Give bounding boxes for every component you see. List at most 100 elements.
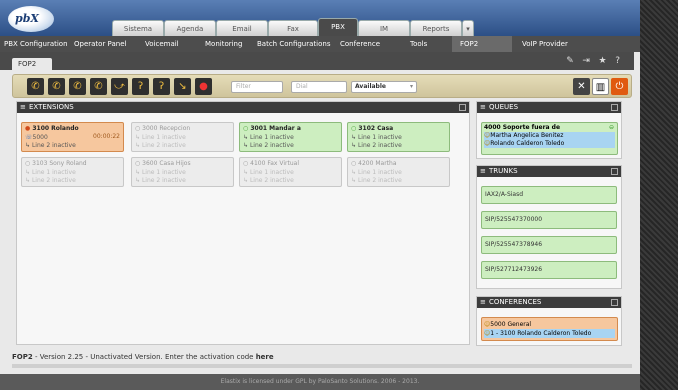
extension-name: ○ 3103 Sony Roland: [25, 160, 87, 167]
edit-icon[interactable]: ✎: [566, 56, 574, 66]
desktop-background: [640, 0, 678, 390]
star-icon[interactable]: ★: [599, 56, 607, 66]
maximize-icon[interactable]: [611, 299, 618, 306]
queue-member[interactable]: ☺Rolando Calderon Toledo: [484, 140, 615, 148]
extension-line1: ↳ Line 1 inactive: [243, 168, 294, 176]
queue-member[interactable]: ☺Martha Angelica Benitez: [484, 132, 615, 140]
export-icon[interactable]: ⇥: [582, 56, 590, 66]
extension-box[interactable]: ○ 3103 Sony Roland ↳ Line 1 inactive ↳ L…: [21, 157, 124, 187]
extension-box[interactable]: ○ 4200 Martha ↳ Line 1 inactive ↳ Line 2…: [347, 157, 450, 187]
menu-voip-provider[interactable]: VoIP Provider: [522, 36, 568, 52]
chevron-down-icon: ▾: [466, 25, 470, 33]
trunk-box[interactable]: SIP/525547370000: [481, 211, 617, 229]
top-header: pbX Sistema Agenda Email Fax PBX IM Repo…: [0, 0, 640, 36]
tab-pbx[interactable]: PBX: [318, 18, 358, 36]
extension-box[interactable]: ○ 3001 Mandar a ↳ Line 1 inactive ↳ Line…: [239, 122, 342, 152]
menu-operator-panel[interactable]: Operator Panel: [74, 36, 126, 52]
queues-header: ≡ QUEUES: [477, 102, 621, 113]
line-icon: ↳: [351, 168, 357, 176]
extension-name: ○ 3000 Recepcion: [135, 125, 191, 132]
logout-button[interactable]: ⏻: [611, 78, 628, 95]
elastix-logo[interactable]: pbX: [8, 6, 54, 32]
trunk-box[interactable]: IAX2/A-Siasd: [481, 186, 617, 204]
menu-icon: ≡: [20, 103, 26, 111]
help-icon[interactable]: ?: [615, 56, 620, 66]
hangup-button[interactable]: ↘: [174, 78, 191, 95]
extension-box[interactable]: ○ 3000 Recepcion ↳ Line 1 inactive ↳ Lin…: [131, 122, 234, 152]
trunk-box[interactable]: SIP/525547378946: [481, 236, 617, 254]
extension-line1: ↳ Line 1 inactive: [351, 168, 402, 176]
line-icon: ↳: [25, 177, 31, 184]
maximize-icon[interactable]: [459, 104, 466, 111]
page-tab-fop2[interactable]: FOP2: [12, 58, 52, 70]
tab-agenda[interactable]: Agenda: [164, 20, 216, 36]
fop2-toolbar: ✆ ✆ ✆ ✆ ⤻ ʔ ʔ ↘ ● Filter Dial Available ▾…: [12, 74, 632, 98]
line-icon: ↳: [135, 168, 141, 176]
collapse-icon[interactable]: ⊖: [609, 124, 614, 132]
trunk-box[interactable]: SIP/527712473926: [481, 261, 617, 279]
extension-box[interactable]: ● 3100 Rolando ☏5000 00:00:22 ↳ Line 2 i…: [21, 122, 124, 152]
menu-fop2[interactable]: FOP2: [452, 36, 512, 52]
maximize-icon[interactable]: [611, 168, 618, 175]
tab-email[interactable]: Email: [216, 20, 268, 36]
menu-icon: ≡: [480, 167, 486, 175]
layout-button[interactable]: ▥: [592, 78, 609, 95]
spy-button[interactable]: ʔ: [132, 78, 149, 95]
tabs-more-button[interactable]: ▾: [462, 20, 474, 36]
extension-line2: ↳ Line 2 inactive: [351, 142, 402, 149]
whisper-button[interactable]: ʔ: [153, 78, 170, 95]
tab-sistema[interactable]: Sistema: [112, 20, 164, 36]
record-button[interactable]: ●: [195, 78, 212, 95]
scrollbar[interactable]: [12, 364, 632, 368]
settings-button[interactable]: ✕: [573, 78, 590, 95]
presence-select[interactable]: Available ▾: [351, 81, 417, 93]
maximize-icon[interactable]: [611, 104, 618, 111]
conference-box[interactable]: ☺5000 General ☺1 - 3100 Rolando Calderon…: [481, 317, 618, 341]
transfer-voicemail-button[interactable]: ✆: [90, 78, 107, 95]
menu-monitoring[interactable]: Monitoring: [205, 36, 242, 52]
voicemail-transfer-icon: ✆: [94, 81, 103, 92]
menu-batch-configurations[interactable]: Batch Configurations: [257, 36, 330, 52]
hangup-icon: ↘: [178, 81, 187, 92]
call-icon: ☏: [25, 133, 33, 141]
tab-fax[interactable]: Fax: [268, 20, 318, 36]
filter-input[interactable]: Filter: [231, 81, 283, 93]
attended-transfer-button[interactable]: ✆: [69, 78, 86, 95]
extension-name: ○ 4200 Martha: [351, 160, 397, 167]
power-icon: ⏻: [615, 81, 624, 92]
conference-member[interactable]: ☺1 - 3100 Rolando Calderon Toledo: [484, 329, 615, 338]
activation-link[interactable]: here: [256, 353, 274, 361]
extension-box[interactable]: ○ 3102 Casa ↳ Line 1 inactive ↳ Line 2 i…: [347, 122, 450, 152]
extension-line2: ↳ Line 2 inactive: [25, 142, 76, 149]
line-icon: ↳: [25, 142, 31, 149]
extension-line2: ↳ Line 2 inactive: [243, 177, 294, 184]
extension-name: ○ 4100 Fax Virtual: [243, 160, 299, 167]
tab-reports[interactable]: Reports: [410, 20, 462, 36]
extensions-header: ≡ EXTENSIONS: [17, 102, 469, 113]
line-icon: ↳: [25, 168, 31, 176]
menu-conference[interactable]: Conference: [340, 36, 380, 52]
line-icon: ↳: [243, 168, 249, 176]
dial-button[interactable]: ✆: [27, 78, 44, 95]
logo-text: pbX: [15, 12, 39, 25]
line-icon: ↳: [243, 142, 249, 149]
record-icon: ●: [199, 81, 208, 92]
extension-name: ○ 3600 Casa Hijos: [135, 160, 191, 167]
status-icon: ○: [135, 160, 141, 167]
queue-box[interactable]: 4000 Soporte fuera de ⊖ ☺Martha Angelica…: [481, 122, 618, 155]
phone-icon: ✆: [31, 81, 40, 92]
transfer-icon: ✆: [52, 81, 61, 92]
status-icon: ○: [351, 160, 357, 167]
extension-box[interactable]: ○ 3600 Casa Hijos ↳ Line 1 inactive ↳ Li…: [131, 157, 234, 187]
sub-menu: PBX Configuration Operator Panel Voicema…: [0, 36, 640, 52]
pickup-button[interactable]: ⤻: [111, 78, 128, 95]
dial-input[interactable]: Dial: [291, 81, 347, 93]
menu-tools[interactable]: Tools: [410, 36, 427, 52]
transfer-button[interactable]: ✆: [48, 78, 65, 95]
trunks-header: ≡ TRUNKS: [477, 166, 621, 177]
menu-voicemail[interactable]: Voicemail: [145, 36, 179, 52]
extension-box[interactable]: ○ 4100 Fax Virtual ↳ Line 1 inactive ↳ L…: [239, 157, 342, 187]
menu-pbx-configuration[interactable]: PBX Configuration: [4, 36, 68, 52]
call-timer: 00:00:22: [93, 133, 120, 140]
tab-im[interactable]: IM: [358, 20, 410, 36]
